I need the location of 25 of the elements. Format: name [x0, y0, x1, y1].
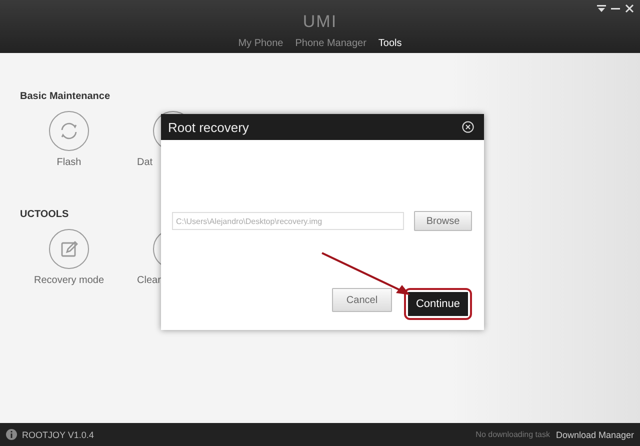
sync-icon — [59, 121, 79, 141]
download-manager-link[interactable]: Download Manager — [556, 430, 634, 440]
edit-icon — [59, 239, 79, 259]
tool-button[interactable] — [49, 111, 89, 151]
section-title: UCTOOLS — [20, 209, 69, 221]
tool-label: Dat — [137, 157, 153, 168]
section-title: Basic Maintenance — [20, 91, 110, 103]
tool-label: Recovery mode — [34, 275, 104, 286]
tool-button[interactable] — [49, 229, 89, 269]
close-icon[interactable] — [625, 4, 634, 13]
continue-button[interactable]: Continue — [408, 292, 468, 316]
task-status: No downloading task — [476, 430, 550, 439]
logo: UMI — [302, 12, 338, 32]
tab[interactable]: Phone Manager — [295, 37, 366, 51]
dialog-title: Root recovery — [168, 120, 249, 134]
info-icon — [6, 429, 17, 440]
close-icon[interactable] — [462, 121, 474, 133]
browse-button[interactable]: Browse — [414, 211, 472, 231]
cancel-button[interactable]: Cancel — [332, 288, 392, 312]
tool-label: Clear — [137, 275, 161, 286]
tab[interactable]: My Phone — [238, 37, 284, 51]
tab[interactable]: Tools — [378, 37, 402, 51]
version-text: ROOTJOY V1.0.4 — [22, 430, 94, 440]
tool-label: Flash — [56, 157, 82, 168]
dropdown-icon[interactable] — [597, 4, 606, 13]
